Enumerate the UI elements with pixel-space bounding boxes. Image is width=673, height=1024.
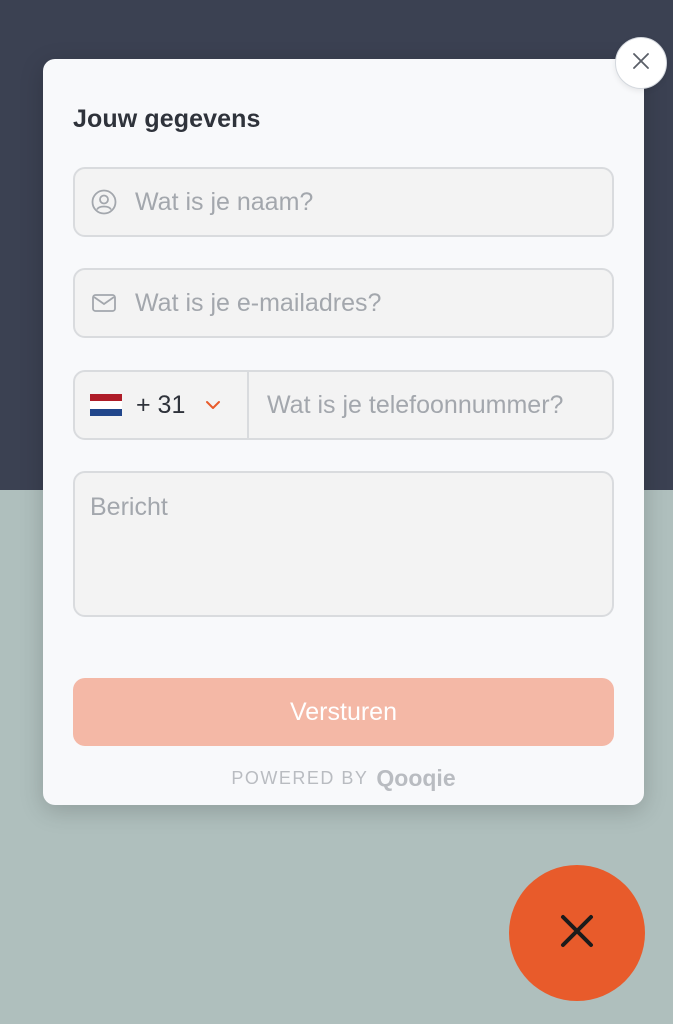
email-input[interactable] — [133, 287, 577, 319]
submit-button[interactable]: Versturen — [73, 678, 614, 746]
dial-code: + 31 — [136, 390, 186, 419]
mail-icon — [91, 290, 117, 316]
phone-field: + 31 — [73, 370, 614, 440]
message-field[interactable] — [73, 471, 614, 617]
name-field[interactable] — [73, 167, 614, 237]
netherlands-flag-icon — [90, 394, 122, 416]
chevron-down-icon — [205, 400, 221, 410]
contact-form-card: Jouw gegevens Wat is je naam? Wat is je … — [43, 59, 644, 805]
user-icon — [91, 189, 117, 215]
name-input[interactable] — [133, 186, 577, 218]
close-modal-button[interactable] — [615, 37, 667, 89]
powered-by-label: POWERED BY — [231, 768, 369, 788]
email-field[interactable] — [73, 268, 614, 338]
close-icon — [559, 913, 595, 954]
brand-logo: Qooqie — [376, 765, 456, 791]
page: Jouw gegevens Wat is je naam? Wat is je … — [0, 0, 673, 1024]
phone-input[interactable] — [265, 389, 609, 421]
chat-launcher-close-button[interactable] — [509, 865, 645, 1001]
country-code-select[interactable]: + 31 — [75, 372, 249, 438]
form-title: Jouw gegevens — [73, 105, 261, 133]
powered-by: POWERED BY Qooqie — [43, 765, 644, 792]
message-textarea[interactable] — [90, 493, 590, 603]
close-icon — [632, 52, 650, 75]
